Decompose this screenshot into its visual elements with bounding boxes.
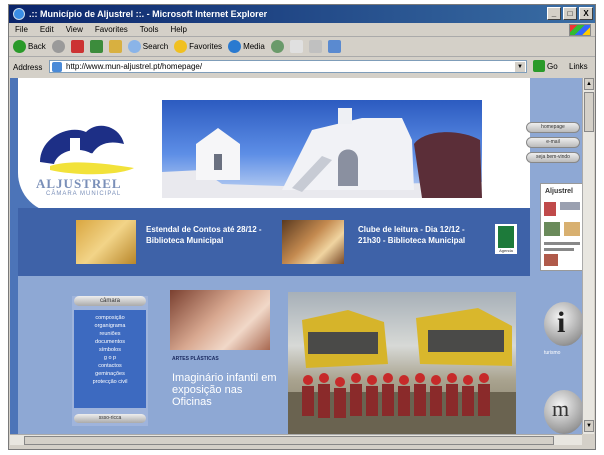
menu-item-geminacoes[interactable]: geminações [74, 370, 146, 378]
museum-button[interactable]: m [544, 390, 582, 434]
windows-logo-icon [569, 24, 591, 36]
tourism-info-button[interactable]: i [544, 302, 582, 346]
go-arrow-icon [533, 60, 545, 72]
address-label: Address [13, 62, 43, 72]
close-button[interactable]: X [579, 7, 593, 20]
menu-view[interactable]: View [66, 25, 83, 34]
menu-item-composicao[interactable]: composição [74, 314, 146, 322]
menu-tools[interactable]: Tools [140, 25, 159, 34]
media-button[interactable]: Media [228, 40, 265, 53]
links-button[interactable]: Links [569, 62, 588, 71]
magazine-thumbnail[interactable]: Aljustrel [540, 183, 582, 271]
history-icon[interactable] [270, 40, 284, 53]
address-bar: Address http://www.mun-aljustrel.pt/home… [9, 58, 595, 76]
address-input[interactable]: http://www.mun-aljustrel.pt/homepage/ ▼ [49, 60, 527, 73]
menu-bar: File Edit View Favorites Tools Help [9, 23, 595, 37]
nav-email-button[interactable]: e-mail [526, 137, 580, 148]
horizontal-scroll-thumb[interactable] [24, 436, 554, 445]
star-icon [174, 40, 188, 53]
media-label: Media [243, 42, 265, 51]
search-button[interactable]: Search [127, 40, 169, 53]
camara-menu-footer[interactable]: ssso-ricca [74, 414, 146, 423]
favorites-label: Favorites [189, 42, 223, 51]
go-button[interactable]: Go [533, 60, 558, 72]
maximize-button[interactable]: □ [563, 7, 577, 20]
art-headline[interactable]: Imaginário infantil em exposição nas Ofi… [172, 372, 282, 408]
agenda-icon [498, 226, 514, 248]
horizontal-scrollbar[interactable] [10, 434, 582, 445]
menu-item-proteccao-civil[interactable]: protecção civil [74, 378, 146, 386]
camara-menu-header[interactable]: câmara [74, 296, 146, 306]
news-image-contos[interactable] [76, 220, 136, 264]
mail-icon[interactable] [289, 40, 303, 53]
nav-welcome-button[interactable]: seja bem-vindo [526, 152, 580, 163]
hero-image [162, 100, 482, 198]
title-bar: .:: Município de Aljustrel ::. - Microso… [9, 5, 595, 23]
menu-file[interactable]: File [15, 25, 28, 34]
menu-favorites[interactable]: Favorites [95, 25, 128, 34]
favorites-button[interactable]: Favorites [174, 40, 222, 53]
toolbar: Back Search Favorites Media [9, 37, 595, 57]
magazine-title: Aljustrel [545, 188, 574, 195]
vertical-scrollbar[interactable]: ▲ ▼ [582, 78, 594, 434]
stop-icon[interactable] [70, 40, 84, 53]
menu-item-simbolos[interactable]: símbolos [74, 346, 146, 354]
group-photo[interactable] [288, 292, 516, 434]
search-icon [127, 40, 141, 53]
logo-subtitle: CÂMARA MUNICIPAL [46, 191, 122, 197]
go-label: Go [547, 61, 558, 71]
forward-arrow-icon[interactable] [51, 40, 65, 53]
vertical-scroll-thumb[interactable] [584, 92, 594, 132]
back-arrow-icon [13, 40, 26, 53]
scroll-down-icon[interactable]: ▼ [584, 420, 594, 432]
menu-help[interactable]: Help [170, 25, 186, 34]
news-image-leitura[interactable] [282, 220, 344, 264]
refresh-icon[interactable] [89, 40, 103, 53]
art-image[interactable] [170, 290, 270, 350]
back-button[interactable]: Back [13, 40, 46, 53]
info-icon: i [557, 306, 566, 339]
agenda-label: Agenda [499, 248, 513, 253]
status-bar [9, 445, 595, 449]
camara-menu-list: composição organigrama reuniões document… [74, 310, 146, 408]
menu-edit[interactable]: Edit [40, 25, 54, 34]
menu-item-organigrama[interactable]: organigrama [74, 322, 146, 330]
tourism-label: turismo [544, 350, 561, 356]
address-url: http://www.mun-aljustrel.pt/homepage/ [66, 62, 203, 71]
nav-homepage-button[interactable]: homepage [526, 122, 580, 133]
logo-name: ALJUSTREL [36, 176, 122, 191]
search-label: Search [142, 42, 169, 51]
news-item-leitura[interactable]: Clube de leitura - Dia 12/12 - 21h30 - B… [358, 224, 478, 246]
news-item-contos[interactable]: Estendal de Contos até 28/12 - Bibliotec… [146, 224, 266, 246]
media-icon [228, 40, 242, 53]
museum-icon: m [552, 396, 570, 421]
scroll-up-icon[interactable]: ▲ [584, 78, 594, 90]
chevron-down-icon[interactable]: ▼ [515, 62, 525, 72]
menu-item-reunioes[interactable]: reuniões [74, 330, 146, 338]
menu-item-documentos[interactable]: documentos [74, 338, 146, 346]
home-icon[interactable] [108, 40, 122, 53]
menu-item-contactos[interactable]: contactos [74, 362, 146, 370]
edit-icon[interactable] [327, 40, 341, 53]
art-caption: ARTES PLÁSTICAS [172, 356, 219, 362]
minimize-button[interactable]: _ [547, 7, 561, 20]
ie-icon [13, 8, 25, 20]
print-icon[interactable] [308, 40, 322, 53]
agenda-badge[interactable]: Agenda [495, 224, 517, 254]
browser-window: .:: Município de Aljustrel ::. - Microso… [8, 4, 596, 450]
back-label: Back [28, 42, 46, 51]
window-title: .:: Município de Aljustrel ::. - Microso… [29, 9, 268, 19]
page-viewport: ALJUSTREL CÂMARA MUNICIPAL homepage e-ma… [10, 78, 582, 434]
page-icon [52, 62, 62, 72]
menu-item-gop[interactable]: g o p [74, 354, 146, 362]
